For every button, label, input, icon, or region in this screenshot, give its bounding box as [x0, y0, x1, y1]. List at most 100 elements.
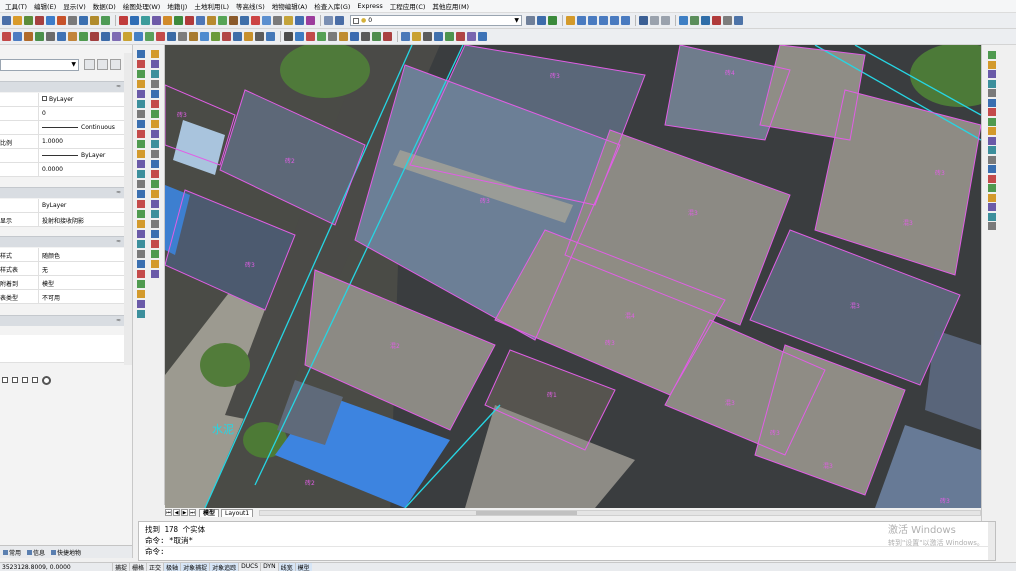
draw-tool-icon[interactable] [151, 180, 159, 188]
draw-tool-icon[interactable] [137, 110, 145, 118]
help-icon[interactable] [734, 16, 743, 25]
prop-value[interactable]: 不可用 [38, 290, 124, 304]
block-icon[interactable] [152, 16, 161, 25]
xref-icon[interactable] [240, 16, 249, 25]
draw-tool-icon[interactable] [151, 230, 159, 238]
scale-icon[interactable] [723, 16, 732, 25]
traffic-icon[interactable] [35, 32, 44, 41]
text-icon[interactable] [167, 32, 176, 41]
draw-tool-icon[interactable] [137, 50, 145, 58]
draw-tool-icon[interactable] [151, 170, 159, 178]
prop-row-ltscale[interactable]: 比例 1.0000 [0, 135, 124, 149]
break-icon[interactable] [339, 32, 348, 41]
hatch-icon[interactable] [207, 16, 216, 25]
modify-tool-icon[interactable] [988, 193, 996, 202]
tab-info[interactable]: 信息 [25, 548, 47, 557]
menu-cadastre[interactable]: 地籍(J) [167, 1, 187, 11]
prop-row-plot-style[interactable]: 样式 随颜色 [0, 248, 124, 262]
layer-prev-icon[interactable] [537, 16, 546, 25]
draw-tool-icon[interactable] [137, 130, 145, 138]
draw-tool-icon[interactable] [151, 80, 159, 88]
image-icon[interactable] [229, 16, 238, 25]
zoom-realtime-icon[interactable] [577, 16, 586, 25]
status-toggle[interactable]: 对象捕捉 [180, 562, 210, 571]
residential-icon[interactable] [123, 32, 132, 41]
prev-tab-icon[interactable]: ◀ [173, 509, 180, 516]
attribute-query-icon[interactable] [233, 32, 242, 41]
tab-quick-feature[interactable]: 快捷地物 [49, 548, 83, 557]
photo-icon[interactable] [306, 16, 315, 25]
menu-landuse[interactable]: 土地利用(L) [194, 1, 229, 11]
status-toggle[interactable]: 捕捉 [112, 562, 129, 571]
match-icon[interactable] [401, 32, 410, 41]
first-tab-icon[interactable]: ⏮ [165, 509, 172, 516]
draw-tool-icon[interactable] [137, 70, 145, 78]
prop-row-thickness[interactable]: 0.0000 [0, 163, 124, 177]
prop-value[interactable]: 投射和接收阴影 [38, 213, 124, 227]
draw-tool-icon[interactable] [137, 200, 145, 208]
menu-draw[interactable]: 绘图处理(W) [123, 1, 161, 11]
pipeline-icon[interactable] [46, 32, 55, 41]
draw-tool-icon[interactable] [151, 250, 159, 258]
menu-feature-edit[interactable]: 地物编辑(A) [272, 1, 308, 11]
section-view[interactable]: ≈ [0, 315, 124, 326]
join-icon[interactable] [328, 32, 337, 41]
draw-tool-icon[interactable] [151, 260, 159, 268]
modify-tool-icon[interactable] [988, 51, 996, 59]
draw-tool-icon[interactable] [137, 270, 145, 278]
rotate-icon[interactable] [712, 16, 721, 25]
prop-value[interactable]: ByLayer [38, 93, 124, 107]
draw-tool-icon[interactable] [137, 240, 145, 248]
print-icon[interactable] [35, 16, 44, 25]
draw-tool-icon[interactable] [151, 220, 159, 228]
attribute-icon[interactable] [185, 16, 194, 25]
match-props-icon[interactable] [101, 16, 110, 25]
modify-tool-icon[interactable] [988, 89, 996, 97]
symbol-icon[interactable] [101, 32, 110, 41]
draw-tool-icon[interactable] [151, 160, 159, 168]
boundary-icon[interactable] [57, 32, 66, 41]
draw-tool-icon[interactable] [137, 280, 145, 288]
check-icon[interactable] [412, 32, 421, 41]
command-scrollbar[interactable] [988, 522, 995, 560]
text-style-icon[interactable] [163, 16, 172, 25]
tab-common[interactable]: 常用 [1, 548, 23, 557]
status-toggle[interactable]: DUCS [238, 562, 260, 571]
industrial-icon[interactable] [134, 32, 143, 41]
stretch-icon[interactable] [306, 32, 315, 41]
measure-icon[interactable] [273, 16, 282, 25]
draw-tool-icon[interactable] [151, 130, 159, 138]
toggle-pickadd-icon[interactable] [84, 59, 95, 70]
ortho-fix-icon[interactable] [295, 32, 304, 41]
menu-data[interactable]: 数据(D) [93, 1, 116, 11]
scrollbar-thumb[interactable] [476, 510, 577, 515]
select-objects-icon[interactable] [97, 59, 108, 70]
grid-icon[interactable] [130, 16, 139, 25]
river-icon[interactable] [200, 32, 209, 41]
draw-tool-icon[interactable] [151, 140, 159, 148]
prop-row-layer[interactable]: 0 [0, 107, 124, 121]
modify-tool-icon[interactable] [988, 222, 996, 230]
point-icon[interactable] [119, 16, 128, 25]
water-icon[interactable] [13, 32, 22, 41]
landform-icon[interactable] [68, 32, 77, 41]
status-toggle[interactable]: 正交 [146, 562, 163, 571]
modify-tool-icon[interactable] [988, 60, 996, 69]
draw-tool-icon[interactable] [151, 50, 159, 58]
modify-tool-icon[interactable] [988, 146, 996, 154]
layer-off-icon[interactable] [434, 32, 443, 41]
draw-tool-icon[interactable] [137, 300, 145, 308]
layer-merge-icon[interactable] [478, 32, 487, 41]
section-plot-style[interactable]: ≈ [0, 236, 124, 247]
vegetation-icon[interactable] [79, 32, 88, 41]
layer-unlock-icon[interactable] [456, 32, 465, 41]
paste-icon[interactable] [90, 16, 99, 25]
publish-icon[interactable] [57, 16, 66, 25]
fence-icon[interactable] [145, 32, 154, 41]
draw-tool-icon[interactable] [137, 150, 145, 158]
area-icon[interactable] [244, 32, 253, 41]
draw-tool-icon[interactable] [151, 150, 159, 158]
zoom-window-icon[interactable] [588, 16, 597, 25]
circle-icon[interactable] [42, 375, 51, 385]
map-frame-icon[interactable] [262, 16, 271, 25]
